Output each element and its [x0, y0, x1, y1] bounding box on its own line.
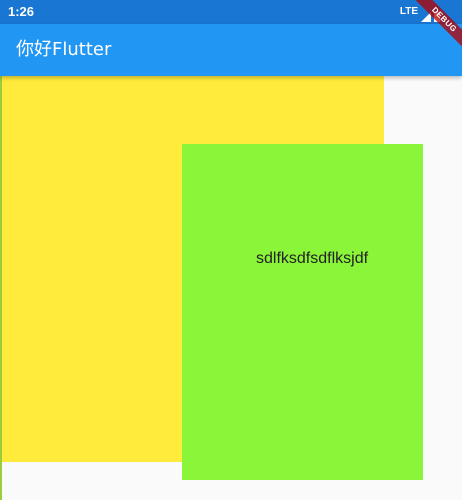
status-icons: LTE	[399, 5, 440, 22]
green-container-text: sdlfksdfsdflksjdf	[256, 250, 369, 267]
app-bar: 你好Flutter	[0, 24, 462, 76]
body-area: sdlfksdfsdflksjdf	[0, 76, 462, 500]
battery-icon	[434, 7, 440, 22]
network-type-label: LTE	[399, 6, 418, 17]
status-bar: 1:26 LTE	[0, 0, 462, 24]
green-container: sdlfksdfsdflksjdf	[182, 144, 423, 480]
status-time: 1:26	[8, 4, 35, 19]
signal-icon	[421, 7, 431, 22]
app-title: 你好Flutter	[16, 39, 112, 60]
